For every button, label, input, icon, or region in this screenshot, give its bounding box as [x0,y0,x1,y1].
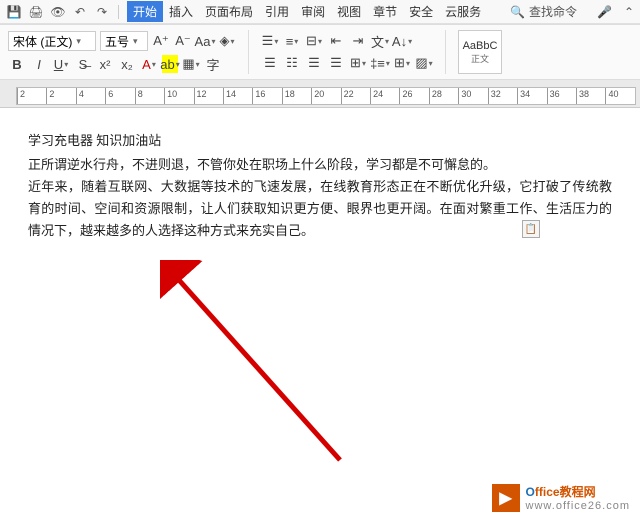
search-label: 查找命令 [529,3,577,20]
brand-url: www.office26.com [526,500,630,512]
multilevel-button[interactable]: ⊟ [305,32,323,50]
style-preview-text: AaBbC [463,40,498,52]
italic-button[interactable]: I [30,55,48,73]
menu-start[interactable]: 开始 [127,1,163,22]
bold-button[interactable]: B [8,55,26,73]
decrease-indent-button[interactable]: ⇤ [327,32,345,50]
separator [118,5,119,19]
watermark: ▶ Office教程网 www.office26.com [492,483,630,512]
superscript-button[interactable]: x² [96,55,114,73]
justify-button[interactable]: ☰ [327,54,345,72]
ruler-area: 2 2 4 6 8 10 12 14 16 18 20 22 24 26 28 … [0,80,640,108]
ribbon: 宋体 (正文) ▾ 五号 ▾ A⁺ A⁻ Aa ◈ B I U S̶ x² x₂… [0,24,640,80]
menu-chapter[interactable]: 章节 [367,1,403,22]
document-page[interactable]: 学习充电器 知识加油站 正所谓逆水行舟，不进则退，不管你处在职场上什么阶段，学习… [0,108,640,418]
shading-button[interactable]: ▦ [182,55,200,73]
logo-icon: ▶ [492,484,520,512]
paragraph-group: ☰ ≡ ⊟ ⇤ ⇥ 文 A↓ ☰ ☷ ☰ ☰ ⊞ ‡≡ ⊞ ▨ [261,32,433,72]
chevron-down-icon: ▾ [76,36,81,47]
menu-insert[interactable]: 插入 [163,1,199,22]
clear-format-button[interactable]: ◈ [218,32,236,50]
font-group: 宋体 (正文) ▾ 五号 ▾ A⁺ A⁻ Aa ◈ B I U S̶ x² x₂… [8,31,236,73]
print-icon[interactable]: 🖨 [28,4,44,20]
menu-review[interactable]: 审阅 [295,1,331,22]
font-color-button[interactable]: A [140,55,158,73]
menu-cloud[interactable]: 云服务 [439,1,487,22]
font-name-value: 宋体 (正文) [13,33,72,50]
change-case-button[interactable]: Aa [196,32,214,50]
collapse-ribbon-icon[interactable]: ⌃ [624,5,634,19]
increase-indent-button[interactable]: ⇥ [349,32,367,50]
shrink-font-button[interactable]: A⁻ [174,32,192,50]
underline-button[interactable]: U [52,55,70,73]
menu-security[interactable]: 安全 [403,1,439,22]
text-direction-button[interactable]: 文 [371,32,389,50]
microphone-icon[interactable]: 🎤 [597,5,612,19]
font-size-combo[interactable]: 五号 ▾ [100,31,148,51]
horizontal-ruler[interactable]: 2 2 4 6 8 10 12 14 16 18 20 22 24 26 28 … [16,87,636,105]
font-name-combo[interactable]: 宋体 (正文) ▾ [8,31,96,51]
menu-page-layout[interactable]: 页面布局 [199,1,259,22]
search-icon: 🔍 [510,5,525,19]
command-search[interactable]: 🔍 查找命令 [502,3,585,20]
highlight-button[interactable]: ab [162,55,178,73]
brand-name: Office教程网 [526,483,630,500]
numbering-button[interactable]: ≡ [283,32,301,50]
quick-access-toolbar: 💾 🖨 👁 ↶ ↷ 开始 插入 页面布局 引用 审阅 视图 章节 安全 云服务 … [0,0,640,24]
align-left-button[interactable]: ☰ [261,54,279,72]
bullets-button[interactable]: ☰ [261,32,279,50]
menu-view[interactable]: 视图 [331,1,367,22]
redo-icon[interactable]: ↷ [94,4,110,20]
distribute-button[interactable]: ⊞ [349,54,367,72]
borders-button[interactable]: ⊞ [393,54,411,72]
menu-references[interactable]: 引用 [259,1,295,22]
line-spacing-button[interactable]: ‡≡ [371,54,389,72]
sort-button[interactable]: A↓ [393,32,411,50]
fill-button[interactable]: ▨ [415,54,433,72]
strike-button[interactable]: S̶ [74,55,92,73]
document-paragraph: 正所谓逆水行舟，不进则退，不管你处在职场上什么阶段，学习都是不可懈怠的。 [28,154,612,176]
preview-icon[interactable]: 👁 [50,4,66,20]
undo-icon[interactable]: ↶ [72,4,88,20]
grow-font-button[interactable]: A⁺ [152,32,170,50]
separator [248,30,249,74]
align-center-button[interactable]: ☷ [283,54,301,72]
character-border-button[interactable]: 字 [204,55,222,73]
style-name: 正文 [471,52,489,65]
subscript-button[interactable]: x₂ [118,55,136,73]
separator [445,30,446,74]
chevron-down-icon: ▾ [133,36,138,47]
font-size-value: 五号 [105,33,129,50]
save-icon[interactable]: 💾 [6,4,22,20]
align-right-button[interactable]: ☰ [305,54,323,72]
paste-options-icon[interactable]: 📋 [522,220,540,238]
document-heading: 学习充电器 知识加油站 [28,130,612,152]
style-normal[interactable]: AaBbC 正文 [458,30,502,74]
